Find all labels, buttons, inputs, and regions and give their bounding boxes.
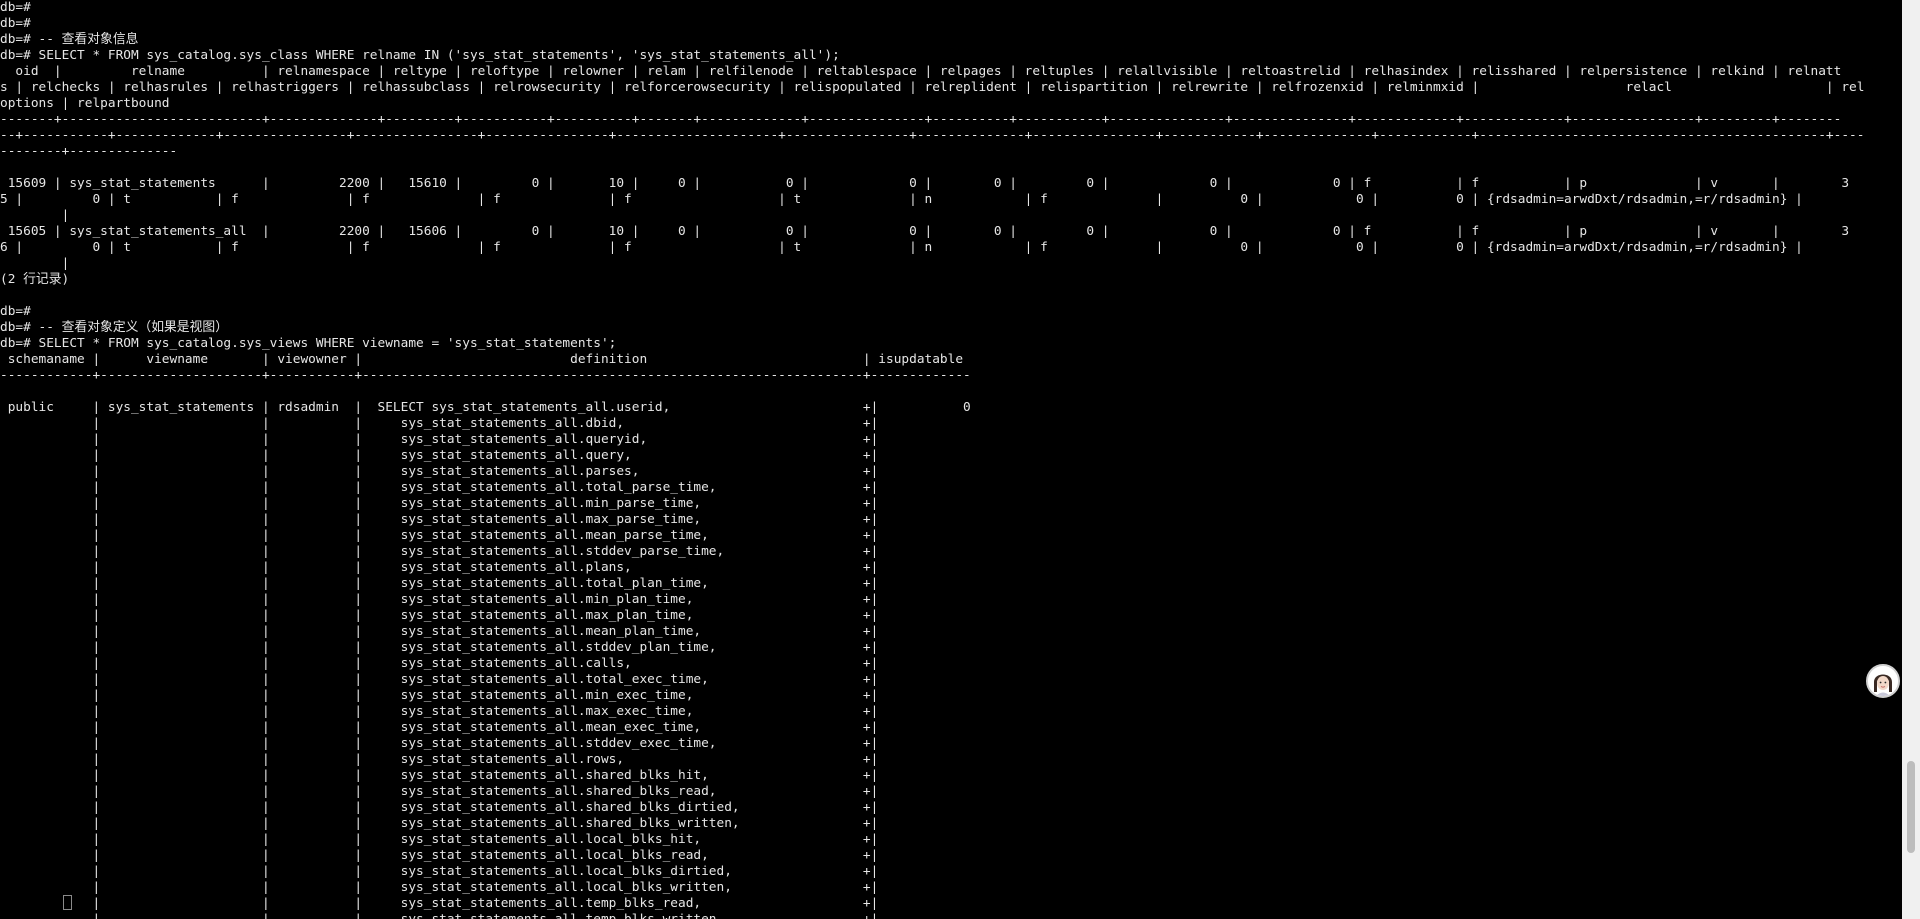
terminal-line: | | | sys_stat_statements_all.temp_blks_… [0, 896, 879, 911]
terminal-line: db=# [0, 16, 31, 31]
terminal-line: db=# -- 查看对象定义（如果是视图） [0, 320, 228, 335]
terminal-line: 5 | 0 | t | f | f | f | f | t | n | f | … [0, 192, 1803, 207]
terminal-line: --------+-------------- [0, 144, 178, 159]
text-cursor-icon [63, 895, 72, 910]
terminal-line: | | | sys_stat_statements_all.total_exec… [0, 672, 879, 687]
terminal-line: public | sys_stat_statements | rdsadmin … [0, 400, 971, 415]
terminal-line: s | relchecks | relhasrules | relhastrig… [0, 80, 1865, 95]
terminal-line: | | | sys_stat_statements_all.local_blks… [0, 848, 879, 863]
terminal-line: db=# [0, 304, 31, 319]
terminal-line: | | | sys_stat_statements_all.dbid, +| [0, 416, 879, 431]
terminal-line: (2 行记录) [0, 272, 70, 287]
terminal-line: | | | sys_stat_statements_all.shared_blk… [0, 816, 879, 831]
assistant-avatar-icon[interactable] [1866, 664, 1900, 698]
terminal-line: | | | sys_stat_statements_all.queryid, +… [0, 432, 879, 447]
terminal-line: | | | sys_stat_statements_all.total_plan… [0, 576, 879, 591]
terminal-line: | | | sys_stat_statements_all.max_plan_t… [0, 608, 879, 623]
terminal-line: | | | sys_stat_statements_all.shared_blk… [0, 768, 879, 783]
terminal-line: 15609 | sys_stat_statements | 2200 | 156… [0, 176, 1850, 191]
avatar-face-icon [1868, 666, 1898, 696]
terminal-line: | | | sys_stat_statements_all.local_blks… [0, 864, 879, 879]
terminal-line: | | | sys_stat_statements_all.min_exec_t… [0, 688, 879, 703]
terminal-line: 6 | 0 | t | f | f | f | f | t | n | f | … [0, 240, 1803, 255]
terminal-line: | | | sys_stat_statements_all.mean_exec_… [0, 720, 879, 735]
terminal-line: ------------+---------------------+-----… [0, 368, 971, 383]
scrollbar-thumb[interactable] [1907, 761, 1915, 853]
terminal-line: | | | sys_stat_statements_all.total_pars… [0, 480, 879, 495]
terminal-line: oid | relname | relnamespace | reltype |… [0, 64, 1842, 79]
terminal-line: | | | sys_stat_statements_all.stddev_par… [0, 544, 879, 559]
vertical-scrollbar[interactable] [1902, 0, 1920, 919]
terminal-line: options | relpartbound [0, 96, 170, 111]
terminal-line: | | | sys_stat_statements_all.min_plan_t… [0, 592, 879, 607]
terminal-line: | [0, 256, 70, 271]
terminal-line: | | | sys_stat_statements_all.shared_blk… [0, 784, 879, 799]
terminal-line: --+-----------+-------------+-----------… [0, 128, 1865, 143]
terminal-line: | | | sys_stat_statements_all.rows, +| [0, 752, 879, 767]
terminal-line: | | | sys_stat_statements_all.max_exec_t… [0, 704, 879, 719]
terminal-line: 15605 | sys_stat_statements_all | 2200 |… [0, 224, 1850, 239]
terminal-line: | | | sys_stat_statements_all.shared_blk… [0, 800, 879, 815]
terminal-output[interactable]: db=# db=# db=# -- 查看对象信息 db=# SELECT * FROM… [0, 0, 1902, 919]
terminal-line: | | | sys_stat_statements_all.mean_plan_… [0, 624, 879, 639]
terminal-line: | | | sys_stat_statements_all.calls, +| [0, 656, 879, 671]
terminal-line: schemaname | viewname | viewowner | defi… [0, 352, 964, 367]
terminal-line: | | | sys_stat_statements_all.stddev_exe… [0, 736, 879, 751]
terminal-line: db=# SELECT * FROM sys_catalog.sys_class… [0, 48, 840, 63]
terminal-line: db=# -- 查看对象信息 [0, 32, 139, 47]
terminal-line: | | | sys_stat_statements_all.query, +| [0, 448, 879, 463]
terminal-line: | | | sys_stat_statements_all.plans, +| [0, 560, 879, 575]
terminal-line: | [0, 208, 70, 223]
terminal-line: db=# SELECT * FROM sys_catalog.sys_views… [0, 336, 617, 351]
terminal-line: -------+--------------------------+-----… [0, 112, 1842, 127]
terminal-line: db=# [0, 0, 31, 15]
terminal-line: | | | sys_stat_statements_all.local_blks… [0, 880, 879, 895]
terminal-line: | | | sys_stat_statements_all.mean_parse… [0, 528, 879, 543]
terminal-line: | | | sys_stat_statements_all.temp_blks_… [0, 912, 1902, 919]
terminal-line: | | | sys_stat_statements_all.parses, +| [0, 464, 879, 479]
terminal-line: | | | sys_stat_statements_all.min_parse_… [0, 496, 879, 511]
terminal-line: | | | sys_stat_statements_all.max_parse_… [0, 512, 879, 527]
terminal-line: | | | sys_stat_statements_all.stddev_pla… [0, 640, 879, 655]
terminal-line: | | | sys_stat_statements_all.local_blks… [0, 832, 879, 847]
